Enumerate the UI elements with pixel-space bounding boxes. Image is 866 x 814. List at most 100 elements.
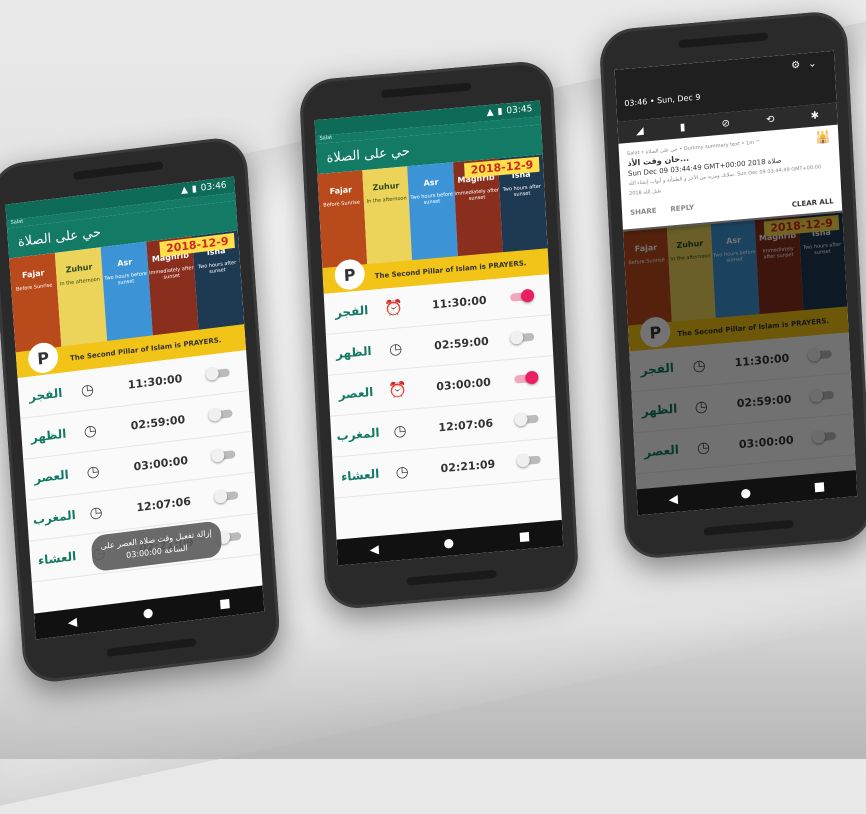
home-icon[interactable]: ● xyxy=(142,605,153,620)
back-icon[interactable]: ◀ xyxy=(369,542,379,557)
pillar-desc: Before Sunrise xyxy=(15,282,53,293)
battery-icon: ▮ xyxy=(497,106,503,118)
prayer-list: الفجر ⏰ 11:30:00 الظهر ◷ 02:59:00 العصر ⏰ 03:00:… xyxy=(323,274,560,499)
alarm-toggle[interactable] xyxy=(818,513,841,516)
prayer-name: الفجر xyxy=(334,303,369,320)
alarm-icon: ⏰ xyxy=(383,298,404,318)
speaker-bottom xyxy=(703,519,794,536)
alarm-toggle[interactable] xyxy=(516,414,539,425)
clock-icon: ◷ xyxy=(80,379,95,400)
pillar-desc: In the afternoon xyxy=(366,195,407,205)
prayer-name: المغرب xyxy=(336,425,380,444)
alarm-toggle[interactable] xyxy=(213,450,236,461)
battery-icon: ▮ xyxy=(191,184,198,195)
qs-time: 03:46 • Sun, Dec 9 xyxy=(624,92,701,109)
phone-left: ▲ ▮ 03:46 Salat حي على الصلاة Fajar Befor… xyxy=(0,134,282,686)
back-icon[interactable]: ◀ xyxy=(668,492,678,507)
home-icon[interactable]: ● xyxy=(740,485,751,500)
share-button[interactable]: SHARE xyxy=(630,207,657,217)
clock-icon: ◷ xyxy=(86,461,101,482)
screen: ▲ ▮ 03:46 Salat حي على الصلاة Fajar Befor… xyxy=(5,176,265,640)
phone-middle: ▲ ▮ 03:45 Salat حي على الصلاة Fajar Befor… xyxy=(298,59,580,611)
speaker-bottom xyxy=(406,569,497,586)
prayer-time[interactable]: 11:30:00 xyxy=(102,368,208,394)
prayer-name: العصر xyxy=(33,467,70,486)
alarm-toggle[interactable] xyxy=(509,291,533,302)
pillar-desc: Immediately after sunset xyxy=(454,187,500,202)
rotate-icon[interactable]: ⟲ xyxy=(766,114,775,126)
signal-icon: ▲ xyxy=(486,107,494,119)
reply-button[interactable]: REPLY xyxy=(670,203,694,213)
screen: FajarBefore SunriseZuhurIn the afternoon… xyxy=(614,50,858,516)
prayer-time[interactable]: 02:21:09 xyxy=(417,455,519,477)
alarm-toggle[interactable] xyxy=(218,531,242,543)
prayer-name: المغرب xyxy=(32,507,77,528)
alarm-toggle[interactable] xyxy=(210,409,233,420)
prayer-time[interactable]: 02:21:09 xyxy=(722,513,818,516)
pillar-1: ZuhurIn the afternoon xyxy=(54,247,108,351)
pillar-name: Asr xyxy=(116,257,133,269)
speaker-top xyxy=(381,82,472,99)
prayer-time[interactable]: 03:00:00 xyxy=(412,373,514,395)
pillar-desc: Immediately after sunset xyxy=(148,264,194,281)
gear-icon[interactable]: ⚙ xyxy=(791,59,808,71)
prayer-time[interactable]: 03:00:00 xyxy=(108,450,214,476)
pillar-name: Fajar xyxy=(329,185,353,197)
chevron-down-icon[interactable]: ⌄ xyxy=(808,58,825,70)
nav-bar: ◀ ● ■ xyxy=(33,585,265,640)
pillar-desc: Two hours before sunset xyxy=(410,191,454,206)
prayer-name: الظهر xyxy=(30,426,67,445)
prayer-time[interactable]: 02:59:00 xyxy=(410,332,512,354)
status-time: 03:46 xyxy=(200,180,227,194)
signal-icon: ▲ xyxy=(180,185,189,197)
alarm-icon: ⏰ xyxy=(388,379,408,400)
pillar-name: Asr xyxy=(423,177,439,188)
pillar-2: Asr Two hours before sunset xyxy=(407,162,458,265)
prayer-time[interactable]: 12:07:06 xyxy=(415,414,517,436)
signal-icon[interactable]: ◢ xyxy=(636,125,644,137)
pillar-desc: Two hours before sunset xyxy=(104,270,148,287)
prayer-name: الفجر xyxy=(28,385,63,404)
home-icon[interactable]: ● xyxy=(443,535,454,550)
battery-icon[interactable]: ▮ xyxy=(680,121,686,132)
alarm-toggle[interactable] xyxy=(216,490,239,502)
recents-icon[interactable]: ■ xyxy=(518,529,530,544)
prayer-time[interactable]: 02:59:00 xyxy=(105,409,211,435)
pillar-0: Fajar Before Sunrise xyxy=(9,252,62,357)
pillar-name: Zuhur xyxy=(65,262,93,275)
phone-right: FajarBefore SunriseZuhurIn the afternoon… xyxy=(598,9,866,561)
alarm-toggle[interactable] xyxy=(207,368,230,379)
speaker-bottom xyxy=(106,637,197,657)
back-icon[interactable]: ◀ xyxy=(67,614,77,629)
prayer-name: الظهر xyxy=(335,343,372,362)
prayer-name: العشاء xyxy=(340,466,380,484)
alarm-toggle[interactable] xyxy=(512,332,535,343)
dnd-icon[interactable]: ⊘ xyxy=(721,118,730,130)
prayer-name: العصر xyxy=(338,384,374,402)
prayer-time[interactable]: 11:30:00 xyxy=(408,291,510,313)
pillar-desc: Before Sunrise xyxy=(323,199,360,209)
qs-header-icons: ⚙⌄ xyxy=(791,58,825,72)
pillar-desc: Two hours after sunset xyxy=(197,259,237,276)
pillar-1: Zuhur In the afternoon xyxy=(362,166,413,269)
notification-panel: ⚙⌄ 03:46 • Sun, Dec 9 ◢ ▮ ⊘ ⟲ ✱ Salat • … xyxy=(614,50,843,230)
recents-icon[interactable]: ■ xyxy=(813,479,825,494)
alarm-toggle[interactable] xyxy=(514,373,537,384)
speaker-top xyxy=(678,32,769,49)
clock-icon: ◷ xyxy=(392,421,407,441)
pillar-desc: In the afternoon xyxy=(59,276,101,288)
prayer-time[interactable]: 12:07:06 xyxy=(111,491,217,517)
pillar-0: Fajar Before Sunrise xyxy=(317,170,368,272)
alarm-toggle[interactable] xyxy=(518,455,541,466)
screen: ▲ ▮ 03:45 Salat حي على الصلاة Fajar Befor… xyxy=(314,100,564,566)
prayer-name: العشاء xyxy=(37,549,77,568)
status-time: 03:45 xyxy=(506,104,533,117)
recents-icon[interactable]: ■ xyxy=(219,596,231,611)
clock-icon: ◷ xyxy=(395,462,410,482)
pillar-name: Zuhur xyxy=(372,180,400,193)
clock-icon: ◷ xyxy=(83,420,98,441)
nav-bar: ◀ ● ■ xyxy=(336,519,564,566)
banner: Fajar Before Sunrise Zuhur In the afternoon… xyxy=(317,154,549,294)
clock-icon: ◷ xyxy=(388,339,403,359)
bluetooth-icon[interactable]: ✱ xyxy=(810,110,819,122)
